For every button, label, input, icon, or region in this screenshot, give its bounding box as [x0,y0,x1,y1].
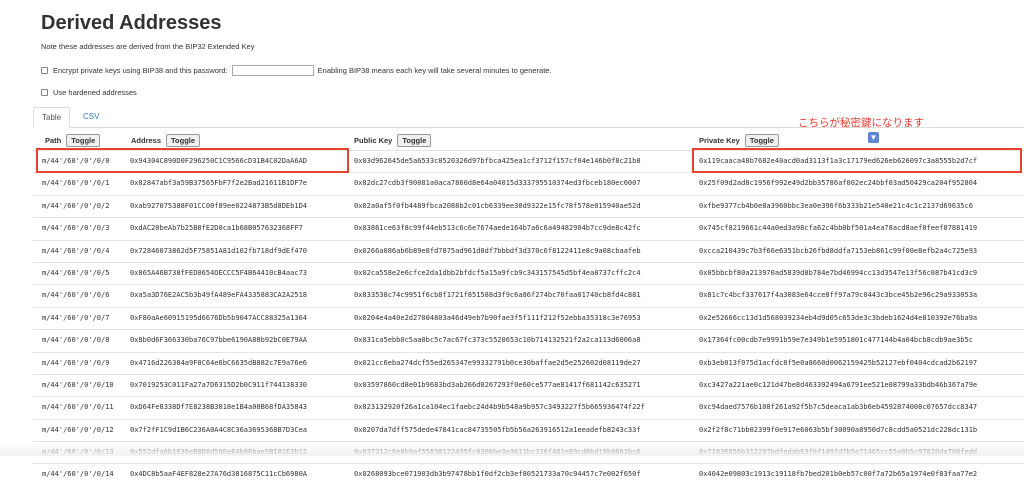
address-cell: 0xa5a3D76E2AC5b3b49fA489eFA4335883CA2A25… [130,291,308,300]
private-key-cell: 0x25f09d2ad8c1956f992e49d2bb35786af002ec… [699,179,978,188]
bottom-fade [0,441,1024,456]
bip38-hint: Enabling BIP38 means each key will take … [317,66,552,75]
table-row: m/44'/60'/0'/0/5 0x865A46B738fFED0654OECC… [33,261,1024,284]
table-row: m/44'/60'/0'/0/10 0x7019253C011Fa27a7D631… [33,373,1024,396]
bip38-checkbox[interactable] [41,67,48,74]
address-cell: 0x72846073862d5F75851A81d102fb718df9dEf4… [130,246,308,255]
header-public-key: Public Key Toggle [354,130,432,150]
public-key-cell: 0x02ca558e2e6cfce2da1dbb2bfdcf5a15a9fcb9… [354,268,641,277]
address-cell: 0x865A46B738fFED0654OECCC5F4B64410cB4aac… [130,268,308,277]
public-key-cell: 0x023132920f26a1ca104ec1faebc24d4b9b548a… [354,403,645,412]
private-key-cell: 0x2f2f8c71bb02399f0e917e6063b5bf30090a89… [699,425,978,434]
path-cell: m/44'/60'/0'/0/2 [42,201,110,210]
toggle-address-button[interactable]: Toggle [166,133,201,147]
header-path-label: Path [45,135,62,145]
public-key-cell: 0x03d962645de5a6533c8520326d97bfbca425ea… [354,157,641,165]
public-key-cell: 0x03861ce63f8c99f44eb513c6c6e7674aede164… [354,224,641,233]
private-key-cell: 0x05bbcbf80a213970ad5839d8b784e7bd46994c… [699,268,978,277]
path-cell: m/44'/60'/0'/0/6 [42,291,110,300]
address-cell: 0x7019253C011Fa27a7D6315D2b0C911f7441383… [130,380,308,389]
header-public-key-label: Public Key [354,135,393,145]
arrow-down-icon: ▼ [868,132,879,143]
derived-addresses-table: m/44'/60'/0'/0/0 0x94304C890D0F296250C1C9… [33,150,1024,486]
bip38-password-input[interactable] [231,65,314,76]
address-cell: 0x02847abf3a59B37565FbF7f2e2Bad21611B1DF… [130,179,308,188]
table-row: m/44'/60'/0'/0/11 0xD64Fe8338Df7E8238B301… [33,396,1024,418]
private-key-cell: 0xcca210439c7b3f66e6351bcb26fbd8ddfa7153… [699,246,978,255]
hardened-checkbox[interactable] [41,89,48,96]
private-key-cell: 0x81c7c4bcf337617f4a3083e64cce8ff97a79c0… [699,291,978,300]
public-key-cell: 0x0266a086ab6b89e8fd7875ad961d8df7bbbdf3… [354,246,641,255]
public-key-cell: 0x0268093bce071903db3b97478bb1f0df2cb3ef… [354,470,641,479]
address-cell: 0xab927075388F01CC00f89ee0224873B5d8DEb1… [130,201,308,210]
hardened-label: Use hardened addresses [53,88,137,97]
public-key-cell: 0x0207da7dff575dede47841cac84735505fb5b5… [354,425,641,434]
bip38-row: Encrypt private keys using BIP38 and thi… [41,65,552,76]
path-cell: m/44'/60'/0'/0/12 [42,425,114,434]
private-key-cell: 0x4042e09803c1913c19118fb7bed201b0eb57c0… [699,470,978,479]
tab-csv[interactable]: CSV [75,107,107,127]
table-row: m/44'/60'/0'/0/2 0xab927075388F01CC00f89e… [33,194,1024,217]
toggle-path-button[interactable]: Toggle [66,133,101,147]
header-address: Address Toggle [131,130,201,150]
address-cell: 0x8b0d6F366330ba76C97bbe6190A88b92bC0E79… [130,336,308,345]
table-row: m/44'/60'/0'/0/7 0xF80aAe60915195d6676Db5… [33,306,1024,329]
address-cell: 0xF80aAe60915195d6676Db5b9047ACC88325a13… [130,313,308,322]
address-cell: 0x4DC8b5aaF4EF828e27A76d3816875C11cCb698… [130,470,308,479]
header-private-key-label: Private Key [699,135,740,145]
header-address-label: Address [131,135,162,145]
toggle-private-key-button[interactable]: Toggle [744,133,779,147]
public-key-cell: 0x021cc6eba274dcf55ed265347e99332791b0ce… [354,358,641,367]
header-path: Path Toggle [45,130,101,150]
public-key-cell: 0x02a0af5f0fb4489fbca2088b2c01cb6339ee30… [354,201,641,210]
hardened-row: Use hardened addresses [41,88,137,97]
public-key-cell: 0x02dc27cdb3f90081a0aca7860d8e64a04015d3… [354,179,641,188]
bip38-label: Encrypt private keys using BIP38 and thi… [53,66,228,75]
annotation-note: こちらが秘密鍵になります [798,117,924,129]
public-key-cell: 0x0204e4a40e2d27004803a46d49eb7b90fae3f5… [354,313,641,322]
table-row: m/44'/60'/0'/0/14 0x4DC8b5aaF4EF828e27A76… [33,463,1024,485]
private-key-cell: 0xfbe9377cb4b0e8a3960bbc3ea0e396f6b333b2… [699,201,973,210]
path-cell: m/44'/60'/0'/0/10 [42,380,114,389]
table-row: m/44'/60'/0'/0/4 0x72846073862d5F75851A81… [33,239,1024,262]
address-cell: 0xdAC20beAb7b25B8fE2D0ca1b68B057632368FF… [130,224,303,233]
path-cell: m/44'/60'/0'/0/5 [42,268,110,277]
address-cell: 0x4716d226384a9F0C64e6bC6635dB882c7E9a76… [130,358,308,367]
private-key-cell: 0xc94daed7576b108f261a92f5b7c5deaca1ab3b… [699,403,978,412]
highlight-private-key [692,148,1022,173]
tab-table[interactable]: Table [33,107,71,128]
address-cell: 0xD64Fe8338Df7E8238B3018e1B4a08B68fDA358… [130,403,308,412]
page-title: Derived Addresses [41,12,222,34]
public-key-cell: 0x033538c74c9951f6cb8f1721f851588d3f9c6a… [354,291,641,300]
path-cell: m/44'/60'/0'/0/3 [42,224,110,233]
table-row: m/44'/60'/0'/0/12 0x7f2fF1C9d1B6C236A0A4C… [33,418,1024,441]
private-key-cell: 0x2e52666cc13d1d568039234eb4d9d05c653de3… [699,313,978,322]
table-row: m/44'/60'/0'/0/1 0x02847abf3a59B37565FbF7… [33,172,1024,194]
derivation-note: Note these addresses are derived from th… [41,42,255,51]
private-key-cell: 0x17364fc00cdb7e9991b59e7e349b1e5951801c… [699,336,973,345]
private-key-cell: 0xb3eb013f075d1acfdc8f5e0a8660d006215942… [699,358,978,367]
path-cell: m/44'/60'/0'/0/14 [42,470,114,479]
table-row: m/44'/60'/0'/0/8 0x8b0d6F366330ba76C97bbe… [33,329,1024,351]
private-key-cell: 0xc3427a221ae0c121d47be8d463392494a6791e… [699,380,978,389]
path-cell: m/44'/60'/0'/0/4 [42,246,110,255]
table-row: m/44'/60'/0'/0/9 0x4716d226384a9F0C64e6bC… [33,351,1024,374]
address-cell: 0x7f2fF1C9d1B6C236A0A4C8C36a3695368B7D3C… [130,425,308,434]
toggle-public-key-button[interactable]: Toggle [397,133,432,147]
highlight-first-row [36,148,349,173]
path-cell: m/44'/60'/0'/0/8 [42,336,110,345]
header-private-key: Private Key Toggle [699,130,779,150]
path-cell: m/44'/60'/0'/0/7 [42,313,110,322]
public-key-cell: 0x031ca5ebb0c5aa0bc5c7ac67fc373c5520653c… [354,336,641,345]
public-key-cell: 0x03597860cd8e01b9683bd3ab266d0267293f0e… [354,380,641,389]
private-key-cell: 0x745cf8219661c44a0ed3a98cfa62c4bb0bf501… [699,224,978,233]
table-row: m/44'/60'/0'/0/6 0xa5a3D76E2AC5b3b49fA489… [33,284,1024,306]
table-row: m/44'/60'/0'/0/3 0xdAC20beAb7b25B8fE2D0ca… [33,217,1024,239]
path-cell: m/44'/60'/0'/0/1 [42,179,110,188]
path-cell: m/44'/60'/0'/0/11 [42,403,114,412]
path-cell: m/44'/60'/0'/0/9 [42,358,110,367]
